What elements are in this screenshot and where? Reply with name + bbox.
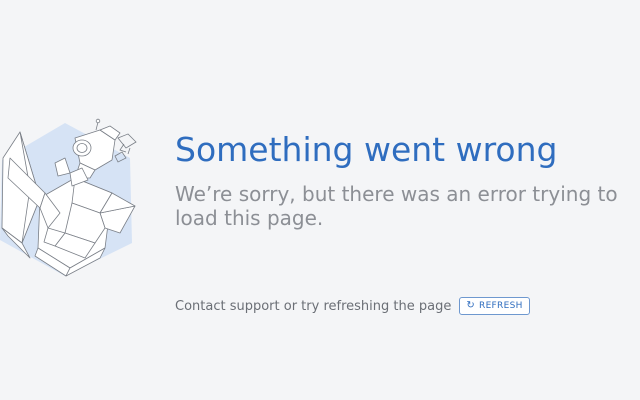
refresh-button[interactable]: ↻ REFRESH [459, 297, 530, 315]
error-footer: Contact support or try refreshing the pa… [175, 297, 530, 315]
refresh-icon: ↻ [466, 300, 476, 311]
error-message-line-2: load this page. [175, 206, 324, 230]
error-title: Something went wrong [175, 130, 558, 169]
refresh-button-label: REFRESH [479, 301, 523, 311]
error-message-line-1: We’re sorry, but there was an error tryi… [175, 182, 618, 206]
broken-robot-illustration [0, 118, 150, 283]
support-hint-text: Contact support or try refreshing the pa… [175, 298, 452, 314]
error-illustration-svg [0, 118, 137, 277]
error-message: We’re sorry, but there was an error tryi… [175, 182, 630, 230]
error-content: Something went wrong We’re sorry, but th… [175, 128, 630, 230]
